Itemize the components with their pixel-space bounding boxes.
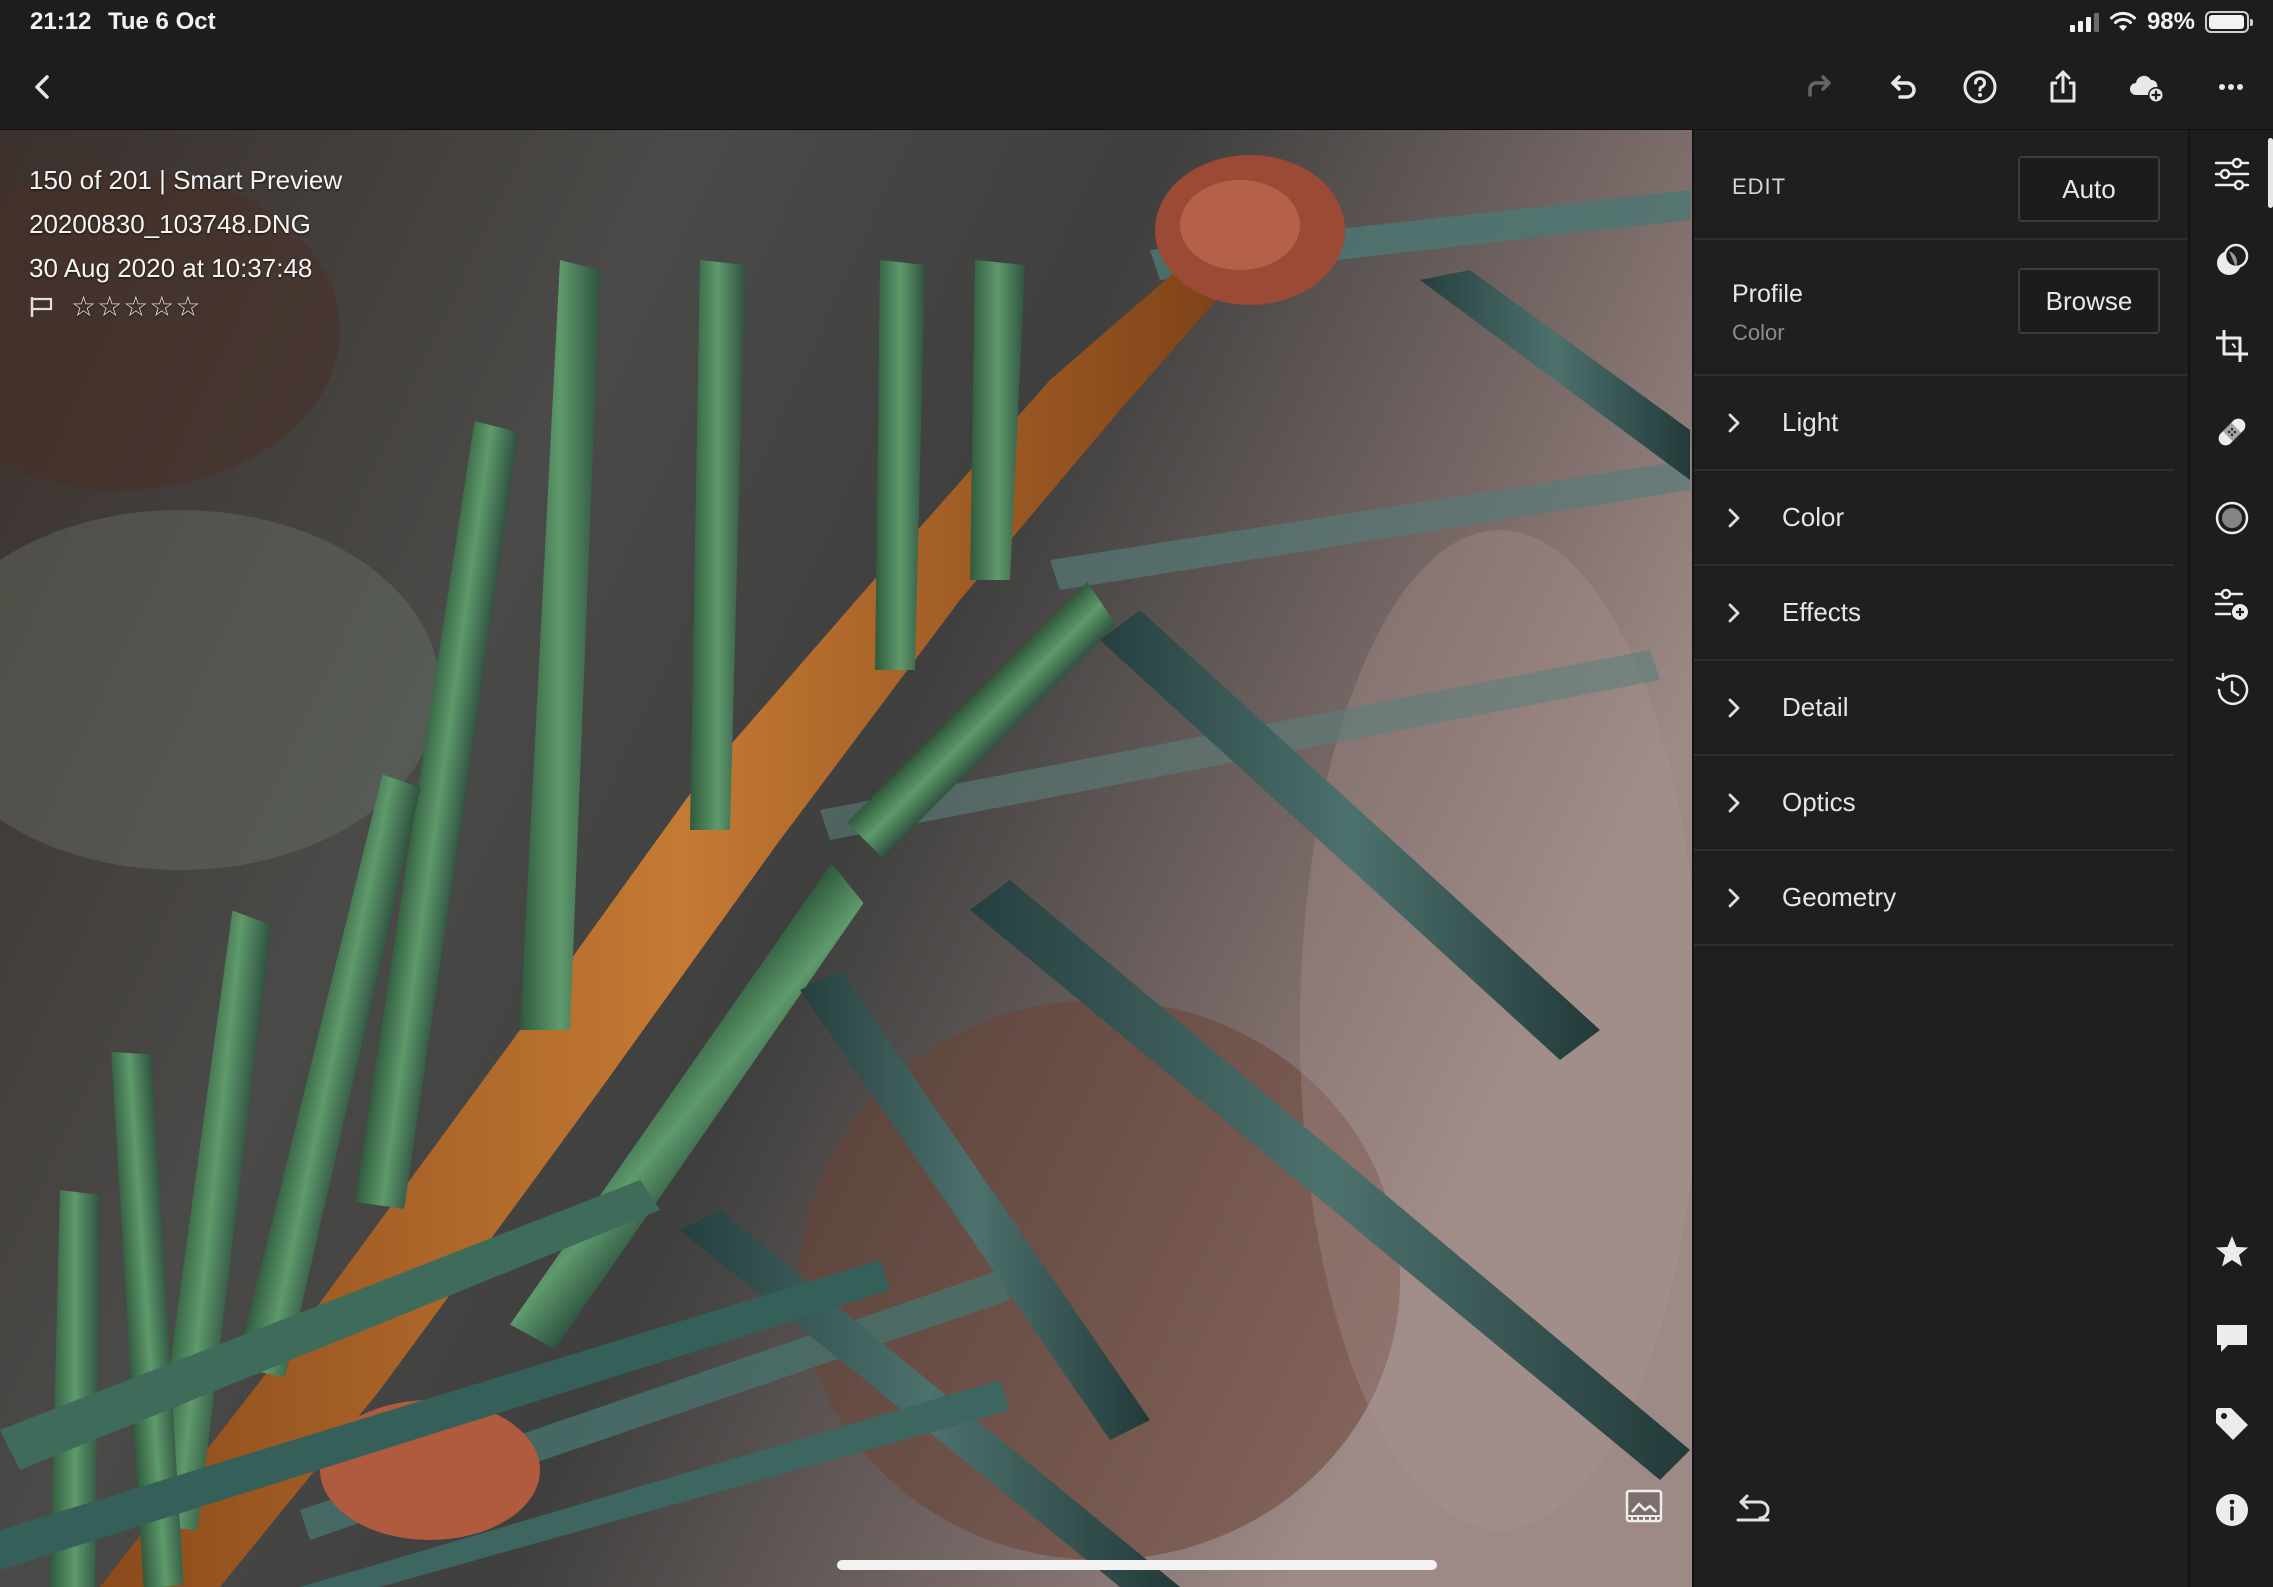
crop-icon	[2216, 330, 2248, 362]
section-label: Detail	[1782, 692, 1849, 722]
section-label: Color	[1782, 502, 1845, 532]
masking-icon	[2215, 501, 2249, 535]
section-optics[interactable]: Optics	[1694, 756, 2174, 851]
star-rating[interactable]: ☆☆☆☆☆	[71, 290, 202, 323]
comments-button[interactable]	[2210, 1316, 2254, 1360]
section-light[interactable]: Light	[1694, 376, 2174, 471]
active-tool-indicator	[2268, 138, 2273, 208]
photo-filename: 20200830_103748.DNG	[29, 209, 311, 239]
redo-button[interactable]	[1790, 58, 1848, 116]
battery-percent: 98%	[2146, 8, 2195, 35]
history-icon	[2215, 672, 2249, 706]
masking-tool-button[interactable]	[2210, 496, 2254, 540]
undo-icon	[1891, 75, 1916, 99]
profile-value: Color	[1732, 320, 1785, 345]
status-date: Tue 6 Oct	[108, 8, 216, 35]
redo-icon	[1808, 75, 1831, 97]
section-label: Light	[1782, 407, 1839, 437]
browse-button[interactable]: Browse	[2018, 268, 2160, 334]
back-chevron-icon	[35, 75, 49, 99]
section-detail[interactable]: Detail	[1694, 661, 2174, 756]
wifi-icon	[2109, 11, 2136, 31]
section-label: Geometry	[1782, 882, 1897, 912]
status-time: 21:12	[30, 8, 92, 35]
help-button[interactable]	[1951, 58, 2009, 116]
keyword-tag-icon	[2216, 1408, 2248, 1440]
comment-icon	[2217, 1325, 2247, 1352]
top-toolbar	[0, 44, 2273, 130]
photo-capture-date: 30 Aug 2020 at 10:37:48	[29, 253, 313, 283]
chevron-right-icon	[1728, 698, 1740, 717]
healing-icon	[2218, 418, 2246, 446]
edit-sliders-icon	[2214, 157, 2250, 191]
section-color[interactable]: Color	[1694, 471, 2174, 566]
more-button[interactable]	[2202, 58, 2260, 116]
auto-button[interactable]: Auto	[2018, 156, 2160, 222]
chevron-right-icon	[1728, 508, 1740, 527]
battery-icon	[2205, 11, 2253, 33]
section-effects[interactable]: Effects	[1694, 566, 2174, 661]
more-icon	[2219, 84, 2243, 90]
chevron-right-icon	[1728, 888, 1740, 907]
help-icon	[1963, 70, 1997, 104]
edit-panel: EDIT Auto Profile Color Browse Light Col…	[1692, 130, 2190, 1587]
info-button[interactable]	[2210, 1488, 2254, 1532]
undo-button[interactable]	[1874, 58, 1932, 116]
section-label: Optics	[1782, 787, 1856, 817]
profile-title: Profile	[1732, 280, 1803, 308]
rate-star-icon	[2216, 1236, 2248, 1267]
info-icon	[2216, 1494, 2248, 1526]
versions-icon	[2214, 588, 2248, 620]
home-indicator[interactable]	[837, 1560, 1437, 1570]
healing-tool-button[interactable]	[2210, 410, 2254, 454]
edit-header: EDIT Auto	[1694, 130, 2190, 240]
edit-heading: EDIT	[1732, 174, 1787, 199]
compare-icon[interactable]	[1624, 1486, 1664, 1526]
presets-tool-button[interactable]	[2210, 238, 2254, 282]
cloud-sync-button[interactable]	[2117, 58, 2175, 116]
keywords-button[interactable]	[2210, 1402, 2254, 1446]
presets-icon	[2217, 243, 2249, 275]
flag-icon[interactable]	[29, 295, 55, 319]
chevron-right-icon	[1728, 603, 1740, 622]
section-geometry[interactable]: Geometry	[1694, 851, 2174, 946]
status-bar: 21:12 Tue 6 Oct 98%	[0, 0, 2273, 44]
share-button[interactable]	[2034, 58, 2092, 116]
profile-section: Profile Color Browse	[1694, 240, 2190, 376]
section-label: Effects	[1782, 597, 1862, 627]
back-button[interactable]	[14, 58, 72, 116]
history-tool-button[interactable]	[2210, 668, 2254, 712]
share-icon	[2050, 70, 2076, 103]
photo-info: 150 of 201 | Smart Preview 20200830_1037…	[29, 158, 342, 290]
tool-rail	[2188, 130, 2273, 1587]
cloud-add-icon	[2130, 75, 2164, 103]
crop-tool-button[interactable]	[2210, 324, 2254, 368]
photo-canvas[interactable]: 150 of 201 | Smart Preview 20200830_1037…	[0, 130, 1692, 1587]
versions-tool-button[interactable]	[2210, 582, 2254, 626]
cellular-signal-icon	[2069, 12, 2099, 32]
status-indicators: 98%	[2069, 8, 2253, 36]
rate-review-button[interactable]	[2210, 1230, 2254, 1274]
photo-image	[0, 130, 1692, 1587]
reset-icon[interactable]	[1732, 1488, 1774, 1524]
battery-fill	[2209, 15, 2245, 29]
edit-tool-button[interactable]	[2210, 152, 2254, 196]
flag-rating-row: ☆☆☆☆☆	[29, 290, 202, 323]
chevron-right-icon	[1728, 413, 1740, 432]
chevron-right-icon	[1728, 793, 1740, 812]
photo-index: 150 of 201 | Smart Preview	[29, 165, 343, 195]
edit-sections-list: Light Color Effects Detail Optics Geomet…	[1694, 376, 2174, 946]
